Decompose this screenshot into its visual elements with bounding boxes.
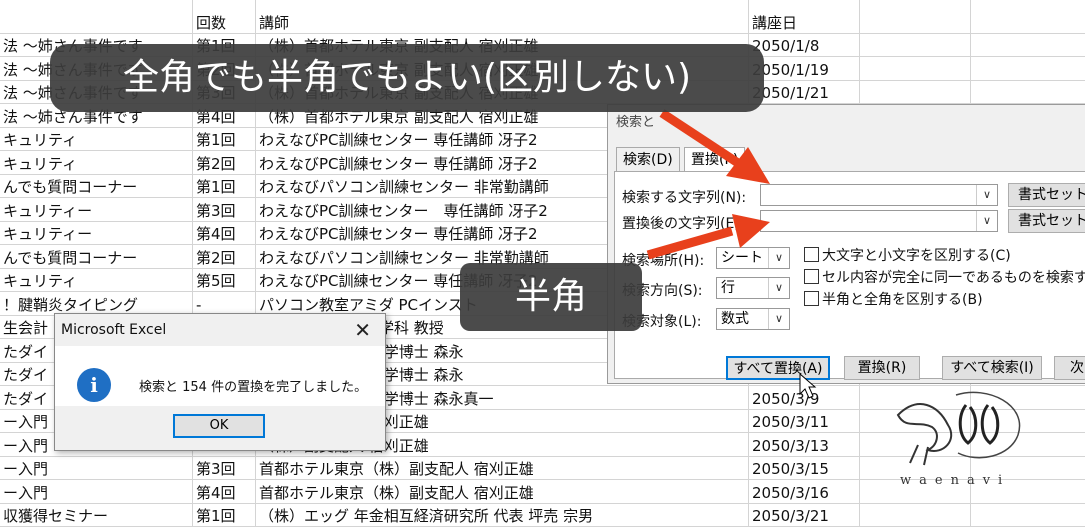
info-icon: i	[77, 368, 111, 402]
message-box: Microsoft Excel ✕ i 検索と 154 件の置換を完了しました。…	[54, 313, 386, 451]
message-text: 検索と 154 件の置換を完了しました。	[139, 380, 368, 395]
mouse-pointer-icon	[799, 372, 817, 399]
bird-logo-icon	[896, 391, 1021, 466]
caption-middle: 半角	[460, 263, 642, 331]
caption-top: 全角でも半角でもよい(区別しない)	[50, 44, 764, 112]
logo-wordmark: waenavi	[900, 473, 1011, 488]
arrow-icon	[659, 109, 770, 184]
message-box-title: Microsoft Excel	[61, 322, 167, 338]
waenavi-logo: waenavi	[888, 385, 1038, 495]
arrow-icon	[646, 214, 770, 260]
close-icon[interactable]: ✕	[354, 318, 371, 342]
ok-button[interactable]: OK	[173, 414, 265, 438]
